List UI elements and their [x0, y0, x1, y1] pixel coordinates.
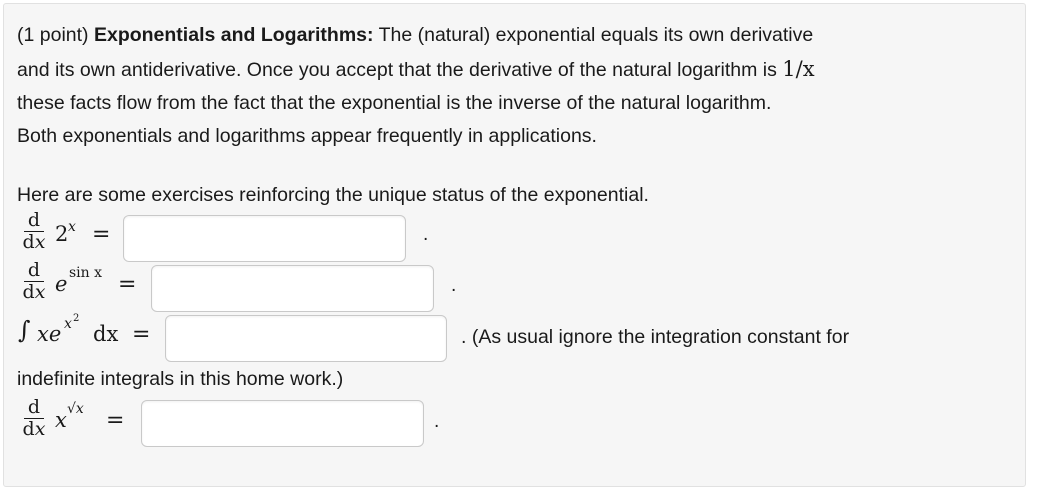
exercises-intro: Here are some exercises reinforcing the … [17, 184, 649, 206]
q3-dx: dx [93, 322, 119, 346]
q1-exponent: x [68, 219, 76, 235]
points-label: (1 point) [17, 24, 89, 46]
q1-d-numerator: d [27, 209, 41, 231]
q4-dx-denominator: dx [22, 418, 46, 440]
intro-line-1-text: The (natural) exponential equals its own… [373, 24, 814, 46]
one-over-x-math: 1/x [782, 57, 815, 81]
q2-equals: = [118, 272, 137, 297]
q1-equals: = [92, 222, 111, 247]
q3-exponent: x [64, 316, 72, 332]
q4-answer-input[interactable] [141, 400, 424, 447]
integration-note-part-2: indefinite integrals in this home work.) [17, 368, 344, 390]
intro-line-3: these facts flow from the fact that the … [17, 92, 772, 114]
q3-equals: = [132, 322, 151, 347]
q2-exponent: sin x [69, 265, 103, 281]
q1-dx-denominator: dx [22, 231, 46, 253]
q3-integrand: xe [37, 322, 62, 346]
q4-derivative-operator: d dx [22, 398, 46, 439]
q2-d-numerator: d [27, 259, 41, 281]
q3-answer-input[interactable] [165, 315, 447, 362]
q4-base: x [55, 408, 67, 432]
q2-answer-input[interactable] [151, 265, 434, 312]
intro-line-4: Both exponentials and logarithms appear … [17, 125, 597, 147]
q1-answer-input[interactable] [123, 215, 406, 262]
intro-line-2: and its own antiderivative. Once you acc… [17, 53, 815, 87]
q4-period: . [434, 411, 440, 432]
q2-period: . [451, 275, 457, 296]
q4-exponent: √x [67, 401, 84, 417]
q1-base: 2 [55, 222, 69, 246]
q1-period: . [423, 224, 429, 245]
integration-note-part-1: . (As usual ignore the integration const… [461, 326, 850, 348]
q2-base: e [55, 272, 68, 296]
q3-exponent-power: 2 [73, 313, 80, 324]
integral-sign-icon: ∫ [18, 316, 31, 344]
topic-title: Exponentials and Logarithms: [93, 24, 374, 46]
q2-dx-denominator: dx [22, 281, 46, 303]
intro-line-1: (1 point) Exponentials and Logarithms: T… [17, 19, 813, 52]
intro-line-2-text: and its own antiderivative. Once you acc… [17, 59, 783, 81]
q4-equals: = [106, 408, 125, 433]
q2-derivative-operator: d dx [22, 261, 46, 302]
q1-derivative-operator: d dx [22, 211, 46, 252]
q4-d-numerator: d [27, 396, 41, 418]
